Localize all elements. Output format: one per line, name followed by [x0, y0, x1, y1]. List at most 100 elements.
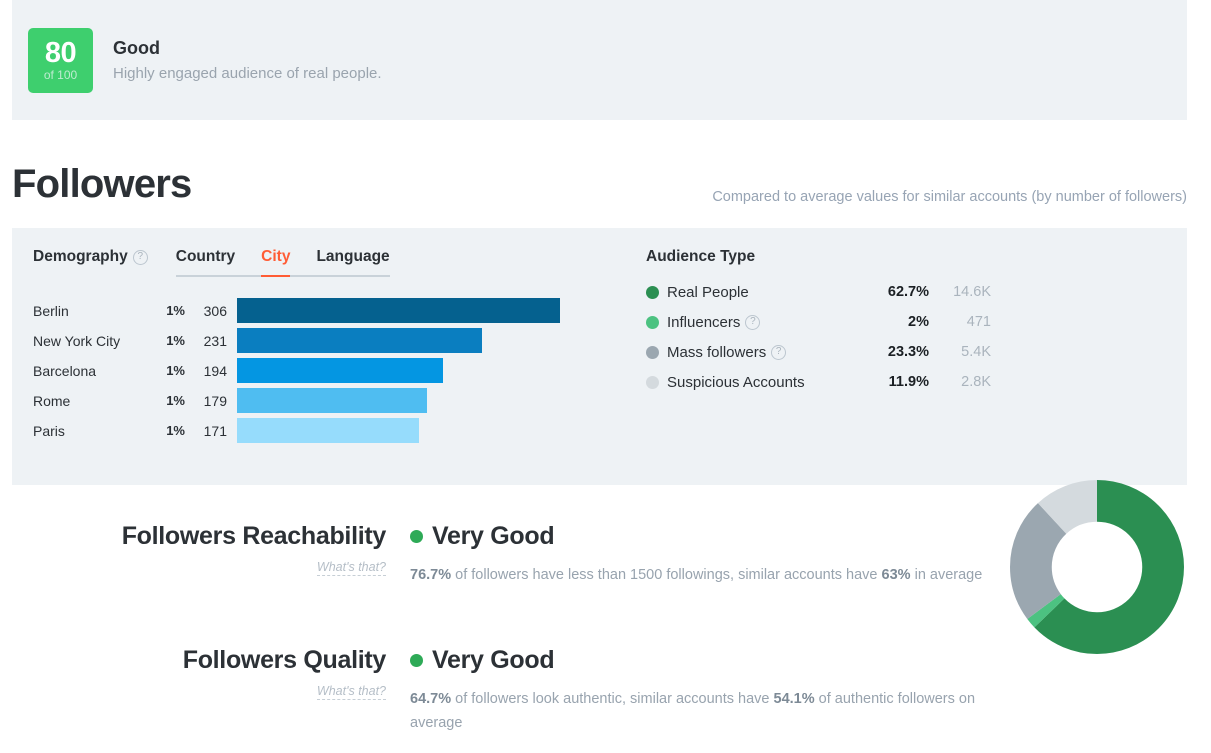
audience-type-percent: 62.7%: [887, 284, 929, 300]
audience-type-row: Mass followers? 23.3% 5.4K: [646, 337, 991, 367]
bar-row: Rome 1% 179: [33, 388, 578, 413]
metric-highlight-value: 63%: [881, 567, 911, 583]
audience-type-count: 471: [966, 314, 991, 330]
demography-bar-chart: Berlin 1% 306 New York City 1% 231 Barcelona 1%…: [33, 298, 578, 443]
metric-highlight-value: 54.1%: [773, 691, 815, 707]
bar-label: Rome: [33, 392, 71, 409]
bar-fill: [237, 418, 419, 443]
audience-type-count: 2.8K: [961, 374, 991, 390]
score-max: of 100: [43, 67, 78, 82]
whats-that-link[interactable]: What's that?: [316, 683, 386, 700]
metric-description-text: in average: [910, 567, 983, 583]
score-badge: 80 of 100: [28, 27, 93, 93]
legend-dot-icon: [646, 285, 659, 299]
demography-tabs: Country City Language: [175, 246, 390, 277]
audience-type-label: Suspicious Accounts: [667, 372, 867, 393]
audience-type-label: Influencers?: [667, 312, 867, 333]
audience-type-row: Real People 62.7% 14.6K: [646, 277, 991, 307]
bar-value: 306: [203, 302, 227, 319]
score-subtitle: Highly engaged audience of real people.: [113, 64, 382, 82]
bar-value: 194: [203, 362, 227, 379]
score-title: Good: [113, 37, 160, 58]
audience-type-label-text: Mass followers: [667, 343, 767, 361]
page-title: Followers: [12, 162, 192, 206]
audience-type-percent: 2%: [908, 314, 929, 330]
audience-type-label-text: Influencers: [667, 313, 741, 331]
metric-highlight-value: 76.7%: [410, 567, 452, 583]
bar-fill: [237, 298, 560, 323]
metric-value-column: Very Good 76.7% of followers have less th…: [410, 520, 1010, 587]
bar-track: [237, 298, 578, 323]
bar-fill: [237, 388, 428, 413]
metric-value-column: Very Good 64.7% of followers look authent…: [410, 644, 1010, 735]
metric-label-column: Followers Reachability What's that?: [12, 520, 386, 576]
audience-type-panel: Audience Type Real People 62.7% 14.6K Influ…: [646, 246, 991, 397]
audience-score-banner: 80 of 100 Good Highly engaged audience o…: [12, 0, 1187, 120]
bar-track: [237, 418, 578, 443]
audience-type-count: 14.6K: [953, 284, 991, 300]
bar-track: [237, 328, 578, 353]
bar-label: New York City: [33, 332, 121, 349]
score-text: Good Highly engaged audience of real peo…: [113, 35, 382, 86]
whats-that-link[interactable]: What's that?: [316, 559, 386, 576]
bar-percent: 1%: [166, 393, 185, 408]
audience-type-count: 5.4K: [961, 344, 991, 360]
score-value: 80: [44, 36, 77, 69]
metric-description: 76.7% of followers have less than 1500 f…: [410, 563, 990, 587]
bar-track: [237, 358, 578, 383]
metric-description-text: of followers look authentic, similar acc…: [451, 691, 774, 707]
help-icon[interactable]: ?: [745, 314, 761, 330]
audience-type-donut-chart: [1010, 480, 1184, 654]
metric-highlight-value: 64.7%: [410, 691, 452, 707]
legend-dot-icon: [646, 375, 659, 389]
demography-label-text: Demography: [33, 248, 128, 265]
legend-dot-icon: [646, 345, 659, 359]
metric-description: 64.7% of followers look authentic, simil…: [410, 687, 990, 735]
metric-verdict-text: Very Good: [432, 522, 555, 550]
bar-percent: 1%: [166, 333, 185, 348]
metric-label-column: Followers Quality What's that?: [12, 644, 386, 700]
bar-label: Berlin: [33, 302, 69, 319]
audience-type-title: Audience Type: [646, 248, 756, 265]
bar-fill: [237, 358, 444, 383]
bar-row: Paris 1% 171: [33, 418, 578, 443]
bar-row: New York City 1% 231: [33, 328, 578, 353]
bar-value: 171: [203, 422, 227, 439]
metric-description-text: of followers have less than 1500 followi…: [451, 567, 882, 583]
section-header: Followers Compared to average values for…: [12, 160, 1187, 215]
demography-header: Demography ? Country City Language: [33, 246, 390, 277]
metric-name: Followers Quality: [182, 646, 387, 674]
audience-type-label: Real People: [667, 282, 867, 303]
audience-type-row: Suspicious Accounts 11.9% 2.8K: [646, 367, 991, 397]
audience-type-percent: 11.9%: [888, 374, 929, 390]
demography-label: Demography ?: [33, 246, 148, 268]
bar-fill: [237, 328, 482, 353]
status-dot-icon: [410, 653, 423, 667]
tab-city[interactable]: City: [261, 246, 291, 277]
bar-value: 231: [203, 332, 227, 349]
audience-type-label-text: Real People: [667, 283, 749, 301]
metric-verdict: Very Good: [410, 644, 1010, 676]
help-icon[interactable]: ?: [771, 344, 787, 360]
bar-percent: 1%: [166, 303, 185, 318]
audience-type-list: Real People 62.7% 14.6K Influencers? 2% 471 Ma…: [646, 277, 991, 397]
bar-value: 179: [203, 392, 227, 409]
bar-row: Berlin 1% 306: [33, 298, 578, 323]
tab-country[interactable]: Country: [176, 246, 235, 277]
tab-language[interactable]: Language: [316, 246, 389, 277]
legend-dot-icon: [646, 315, 659, 329]
audience-type-label-text: Suspicious Accounts: [667, 373, 805, 391]
help-icon[interactable]: ?: [132, 249, 148, 265]
audience-type-percent: 23.3%: [887, 344, 929, 360]
audience-type-label: Mass followers?: [667, 342, 867, 363]
bar-track: [237, 388, 578, 413]
bar-label: Paris: [33, 422, 65, 439]
bar-row: Barcelona 1% 194: [33, 358, 578, 383]
followers-analytics-page: 80 of 100 Good Highly engaged audience o…: [0, 0, 1211, 753]
bar-label: Barcelona: [33, 362, 97, 379]
metric-verdict: Very Good: [410, 520, 1010, 552]
status-dot-icon: [410, 529, 423, 543]
bar-percent: 1%: [166, 363, 185, 378]
metric-name: Followers Reachability: [121, 522, 387, 550]
comparison-note: Compared to average values for similar a…: [712, 189, 1187, 205]
